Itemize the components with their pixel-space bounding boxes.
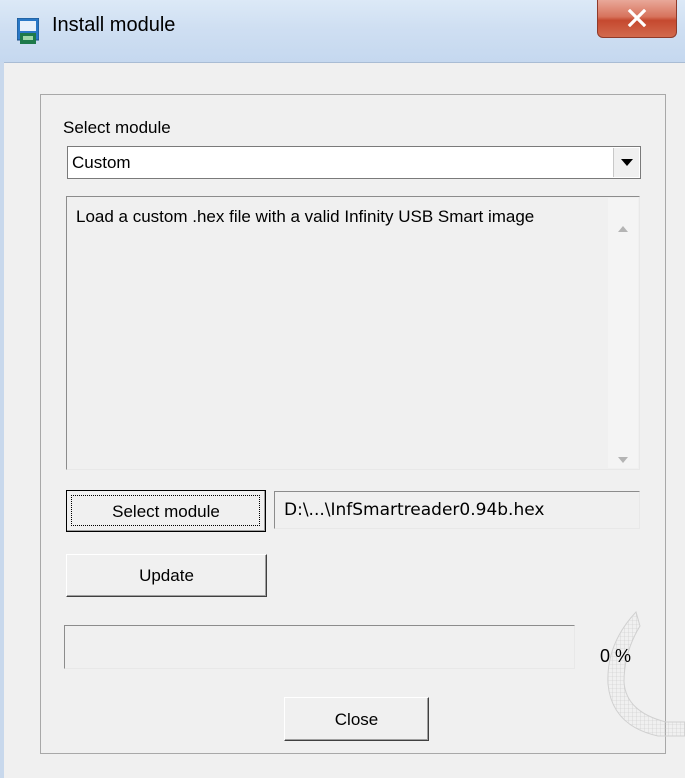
close-window-button[interactable] — [597, 0, 677, 38]
scroll-up-icon[interactable] — [618, 217, 628, 237]
installer-icon — [16, 17, 40, 44]
select-module-button[interactable]: Select module — [66, 490, 266, 532]
update-button-label: Update — [139, 566, 194, 585]
select-module-button-label: Select module — [112, 502, 220, 521]
window-title: Install module — [52, 14, 176, 36]
update-button[interactable]: Update — [66, 554, 267, 597]
window-frame — [0, 62, 4, 778]
progress-bar — [64, 625, 575, 669]
close-button[interactable]: Close — [284, 697, 429, 741]
module-description[interactable]: Load a custom .hex file with a valid Inf… — [66, 196, 640, 470]
scroll-down-icon[interactable] — [618, 448, 628, 468]
module-select-dropdown-button[interactable] — [613, 148, 639, 177]
module-select-value: Custom — [72, 153, 131, 172]
file-path-value: D:\...\InfSmartreader0.94b.hex — [284, 500, 545, 520]
file-path-field[interactable]: D:\...\InfSmartreader0.94b.hex — [274, 491, 640, 529]
install-module-window: Install module Select module Custom Load… — [0, 0, 685, 778]
loading-spinner-icon — [596, 604, 685, 749]
title-bar[interactable]: Install module — [0, 0, 685, 63]
progress-percent-label: 0 % — [600, 646, 632, 666]
module-select[interactable]: Custom — [67, 146, 641, 179]
select-module-label: Select module — [63, 118, 171, 137]
close-button-label: Close — [334, 710, 379, 729]
module-description-text: Load a custom .hex file with a valid Inf… — [76, 207, 535, 226]
description-scrollbar[interactable] — [608, 198, 638, 468]
